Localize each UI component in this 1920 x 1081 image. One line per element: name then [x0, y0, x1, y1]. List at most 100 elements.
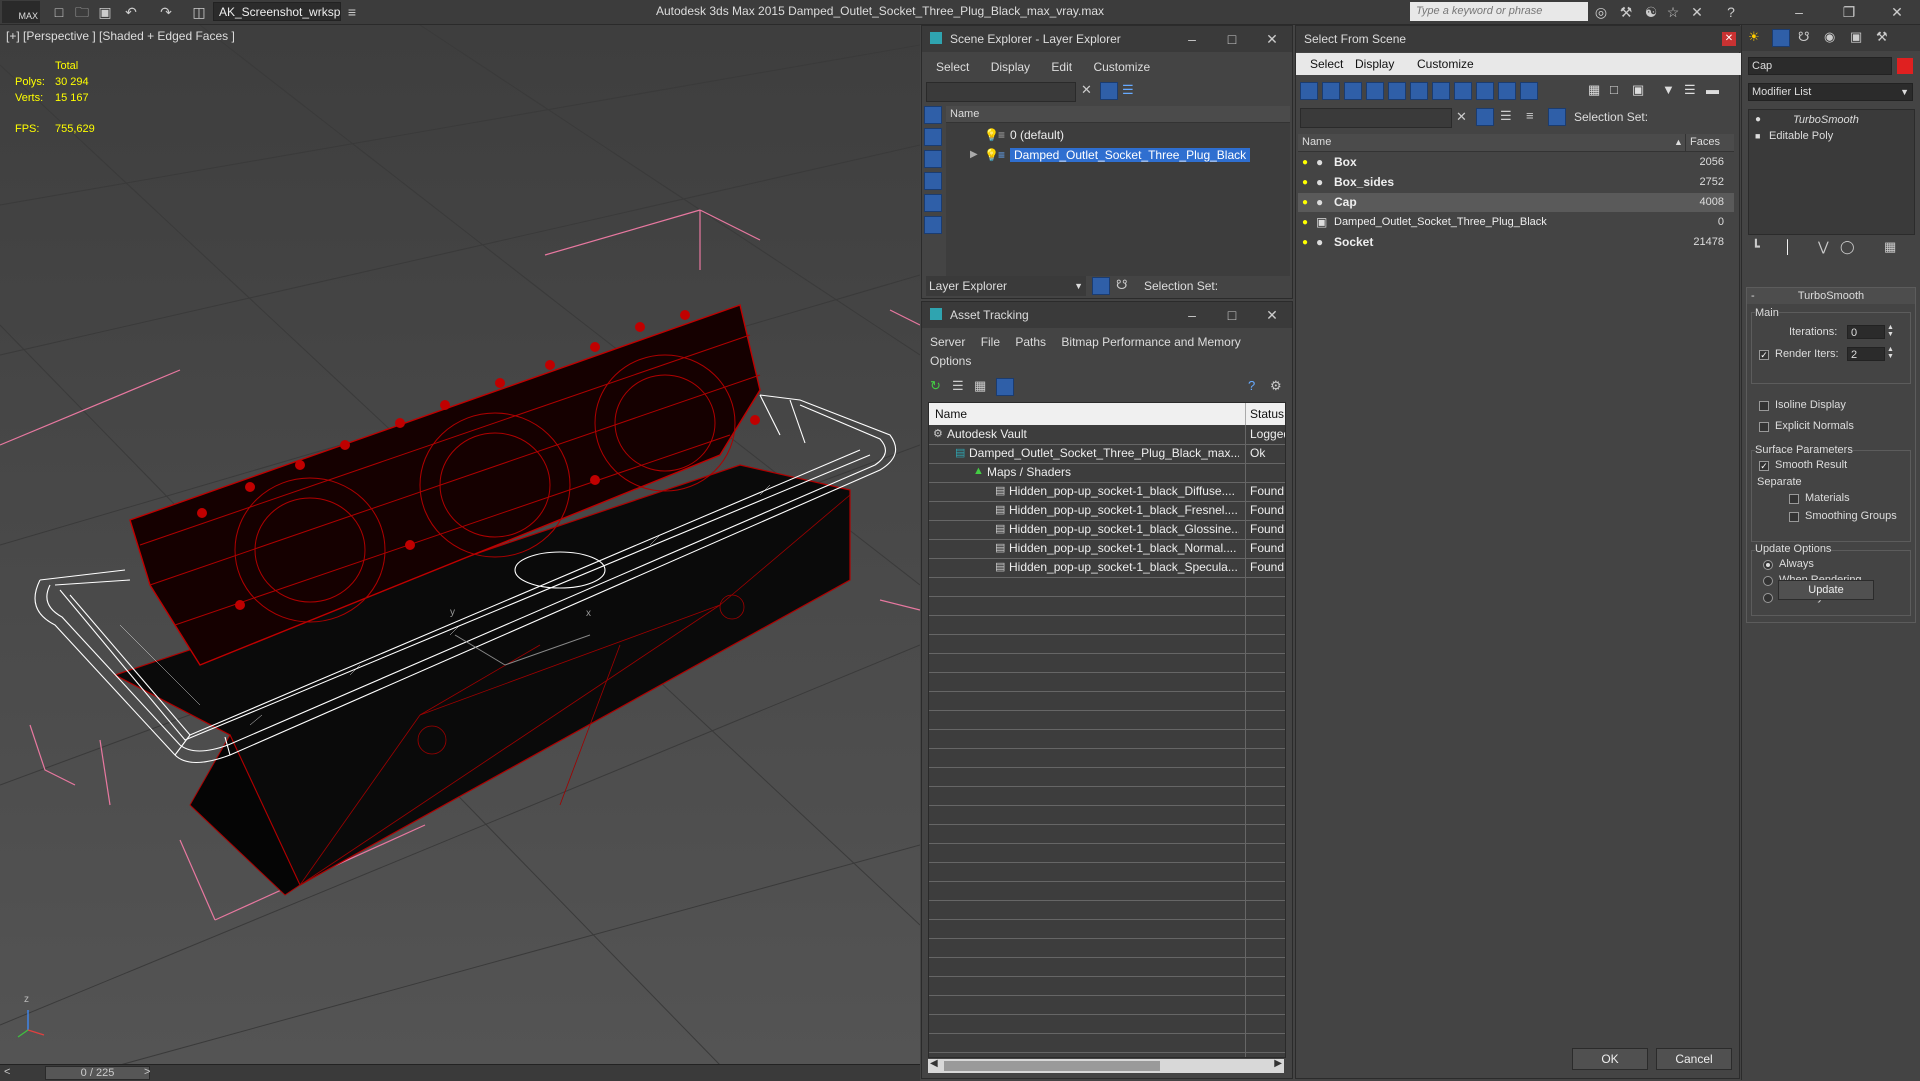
collapse-icon[interactable]: ▬: [1706, 82, 1719, 97]
configure-sets-icon[interactable]: ▦: [1884, 239, 1896, 255]
object-row-box-sides[interactable]: ● ● Box_sides 2752: [1298, 173, 1734, 192]
manually-radio[interactable]: [1763, 593, 1773, 603]
spinner-arrows-icon[interactable]: ▲ ▼: [1887, 346, 1894, 360]
table-row[interactable]: ⚙ Autodesk Vault Logged: [929, 425, 1285, 445]
sync-selection-icon[interactable]: ☰: [1500, 108, 1512, 124]
layer-row-damped-outlet[interactable]: ▶ 💡 ≡ Damped_Outlet_Socket_Three_Plug_Bl…: [946, 146, 1290, 164]
menu-display[interactable]: Display: [991, 60, 1030, 74]
settings-icon[interactable]: ⚙: [1270, 378, 1282, 394]
update-button[interactable]: Update: [1778, 580, 1874, 600]
minimize-icon[interactable]: –: [1172, 302, 1212, 328]
display-lights-icon[interactable]: [924, 150, 942, 168]
modifier-list-dropdown[interactable]: Modifier List ▼: [1748, 83, 1913, 101]
hierarchy-mode-icon[interactable]: ☋: [1116, 277, 1128, 293]
help-icon[interactable]: ?: [1248, 378, 1255, 393]
layers-icon[interactable]: ≡: [1526, 108, 1534, 123]
scroll-right-icon[interactable]: ▶: [1274, 1058, 1282, 1069]
search-input[interactable]: Type a keyword or phrase: [1410, 2, 1588, 21]
hierarchy-tab-icon[interactable]: ☋: [1798, 29, 1810, 45]
menu-select[interactable]: Select: [1310, 53, 1343, 75]
stack-item-editable-poly[interactable]: ■ Editable Poly: [1749, 128, 1912, 144]
column-divider[interactable]: [1685, 134, 1686, 151]
binoculars-icon[interactable]: ◎: [1592, 3, 1610, 21]
display-spacewarps-icon[interactable]: [924, 216, 942, 234]
invert-display-icon[interactable]: ▣: [1632, 82, 1644, 98]
object-row-damped-outlet[interactable]: ● ▣ Damped_Outlet_Socket_Three_Plug_Black 0: [1298, 213, 1734, 232]
menu-display[interactable]: Display: [1355, 53, 1394, 75]
display-geometry-icon[interactable]: [924, 106, 942, 124]
always-radio[interactable]: [1763, 560, 1773, 570]
table-row[interactable]: ▤ Hidden_pop-up_socket-1_black_Normal....…: [929, 539, 1285, 559]
filter-shapes-icon[interactable]: [1322, 82, 1340, 100]
filter-xrefs-icon[interactable]: [1454, 82, 1472, 100]
redo-icon[interactable]: ↷: [157, 3, 175, 21]
workspace-dropdown[interactable]: AK_Screenshot_wrksp: [213, 2, 341, 21]
create-tab-icon[interactable]: ☀: [1748, 29, 1760, 45]
table-row[interactable]: ▤ Hidden_pop-up_socket-1_black_Glossine..…: [929, 520, 1285, 540]
select-from-scene-titlebar[interactable]: Select From Scene ✕: [1296, 26, 1741, 52]
lightbulb-icon[interactable]: ●: [1302, 213, 1308, 232]
layer-row-default[interactable]: 💡 ≡ 0 (default): [946, 126, 1290, 144]
menu-select[interactable]: Select: [936, 60, 969, 74]
x-tools-icon[interactable]: ✕: [1688, 3, 1706, 21]
app-logo[interactable]: MAX: [2, 1, 40, 23]
ok-button[interactable]: OK: [1572, 1048, 1648, 1070]
new-file-icon[interactable]: □: [50, 3, 68, 21]
scene-explorer-find-input[interactable]: [926, 82, 1076, 102]
help-icon[interactable]: ?: [1722, 3, 1740, 21]
filter-containers-icon[interactable]: [1498, 82, 1516, 100]
timeline-next-icon[interactable]: >: [144, 1066, 150, 1078]
refresh-icon[interactable]: ↻: [930, 378, 941, 394]
display-all-icon[interactable]: ▦: [1588, 82, 1600, 98]
cancel-button[interactable]: Cancel: [1656, 1048, 1732, 1070]
lightbulb-icon[interactable]: ●: [1302, 173, 1308, 192]
save-icon[interactable]: ▣: [96, 3, 114, 21]
smooth-result-checkbox[interactable]: ✓: [1759, 461, 1769, 471]
column-header-name[interactable]: Name: [1302, 134, 1331, 151]
object-row-box[interactable]: ● ● Box 2056: [1298, 153, 1734, 172]
when-rendering-radio[interactable]: [1763, 576, 1773, 586]
modify-tab-icon[interactable]: [1772, 29, 1790, 47]
menu-customize[interactable]: Customize: [1093, 60, 1150, 74]
menu-paths[interactable]: Paths: [1015, 335, 1046, 349]
time-slider[interactable]: < 0 / 225 >: [0, 1064, 920, 1081]
column-divider[interactable]: [1245, 403, 1246, 425]
table-row[interactable]: ▤ Damped_Outlet_Socket_Three_Plug_Black_m…: [929, 444, 1285, 464]
thumbnail-view-icon[interactable]: ▦: [974, 378, 986, 394]
render-iters-checkbox[interactable]: ✓: [1759, 350, 1769, 360]
maximize-icon[interactable]: □: [1212, 302, 1252, 328]
menu-file[interactable]: File: [981, 335, 1000, 349]
filter-bones-icon[interactable]: [1476, 82, 1494, 100]
motion-tab-icon[interactable]: ◉: [1824, 29, 1835, 45]
utilities-tab-icon[interactable]: ⚒: [1876, 29, 1888, 45]
table-view-icon[interactable]: [996, 378, 1014, 396]
viewport-label[interactable]: [+] [Perspective ] [Shaded + Edged Faces…: [6, 29, 235, 43]
lightbulb-icon[interactable]: ●: [1302, 193, 1308, 212]
hierarchy-icon[interactable]: ☰: [1684, 82, 1696, 98]
display-helpers-icon[interactable]: [924, 194, 942, 212]
object-row-socket[interactable]: ● ● Socket 21478: [1298, 233, 1734, 252]
stack-item-turbosmooth[interactable]: ● TurboSmooth: [1749, 112, 1912, 128]
menu-edit[interactable]: Edit: [1051, 60, 1072, 74]
table-row[interactable]: ▲ Maps / Shaders: [929, 463, 1285, 483]
column-header-status[interactable]: Status: [1250, 403, 1284, 425]
show-end-result-icon[interactable]: │: [1784, 239, 1792, 254]
column-header-name[interactable]: Name: [935, 403, 967, 425]
sync-selection-icon[interactable]: ☰: [1122, 82, 1134, 98]
isoline-display-checkbox[interactable]: [1759, 401, 1769, 411]
minimize-icon[interactable]: –: [1172, 26, 1212, 52]
scene-explorer-titlebar[interactable]: Scene Explorer - Layer Explorer – □ ✕: [922, 26, 1292, 52]
smoothing-groups-checkbox[interactable]: [1789, 512, 1799, 522]
menu-server[interactable]: Server: [930, 335, 965, 349]
table-row[interactable]: ▤ Hidden_pop-up_socket-1_black_Diffuse...…: [929, 482, 1285, 502]
expand-box-icon[interactable]: ■: [1755, 128, 1760, 144]
layer-mode-icon[interactable]: [1092, 277, 1110, 295]
filter-groups-icon[interactable]: [1432, 82, 1450, 100]
time-slider-thumb[interactable]: 0 / 225: [45, 1066, 150, 1080]
column-header-name[interactable]: Name: [946, 106, 1290, 123]
filter-funnel-icon[interactable]: ▼: [1662, 82, 1675, 97]
explicit-normals-checkbox[interactable]: [1759, 422, 1769, 432]
list-view-icon[interactable]: ☰: [952, 378, 964, 394]
lightbulb-icon[interactable]: ●: [1302, 153, 1308, 172]
project-folder-icon[interactable]: ◫: [190, 3, 208, 21]
